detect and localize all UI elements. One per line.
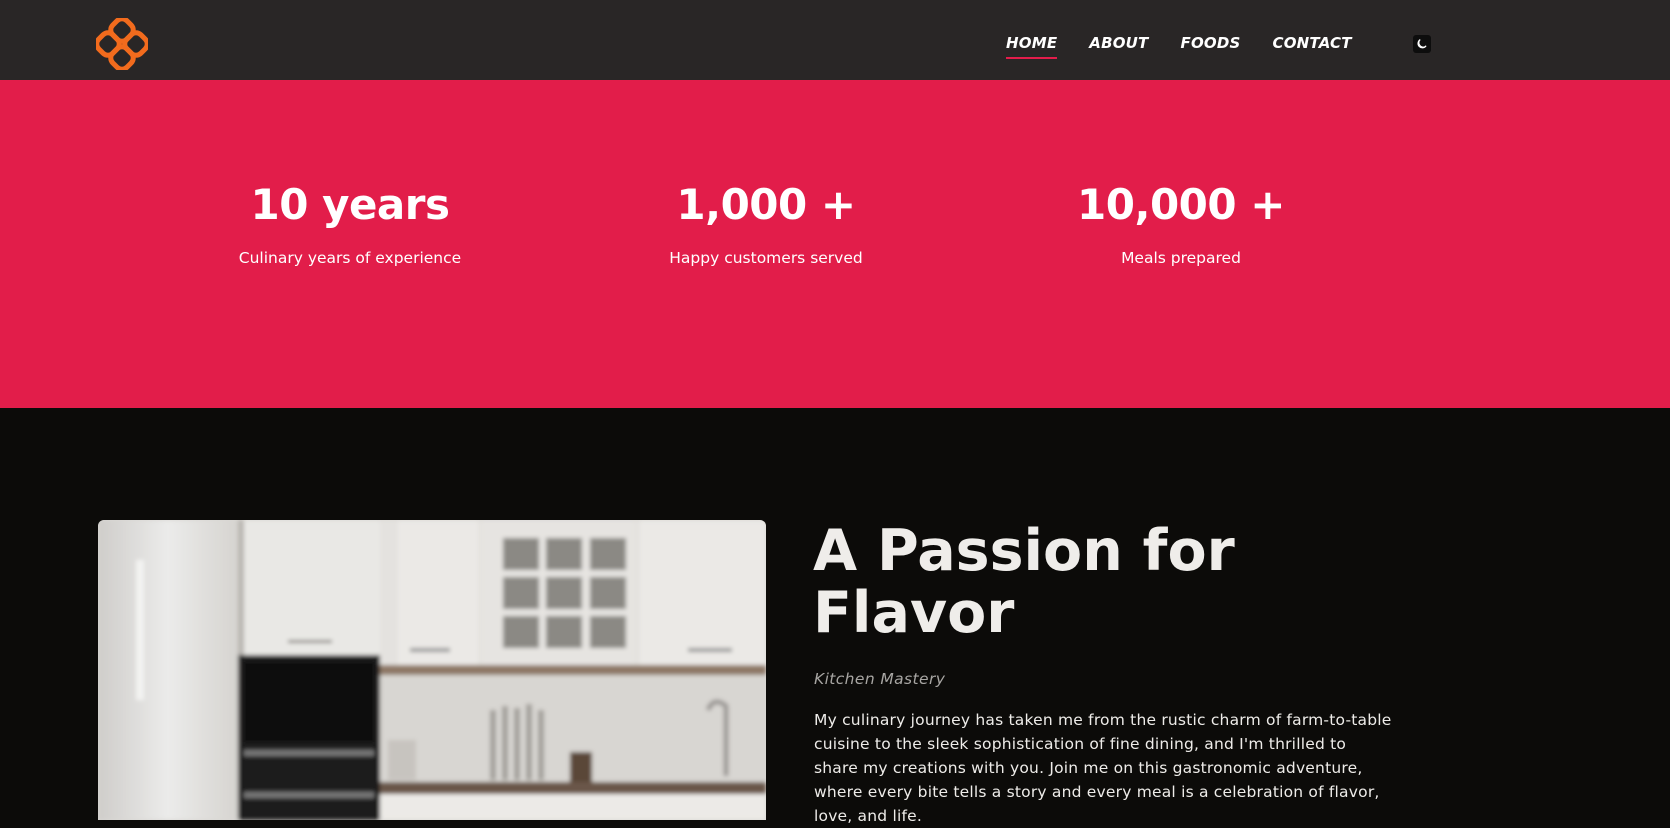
stat-meals: 10,000 + Meals prepared — [1021, 180, 1341, 268]
nav-link-about[interactable]: ABOUT — [1089, 34, 1148, 52]
about-text: My culinary journey has taken me from th… — [814, 711, 1392, 825]
moon-icon — [1417, 39, 1427, 49]
stat-experience: 10 years Culinary years of experience — [190, 180, 510, 268]
stat-label: Meals prepared — [1121, 249, 1241, 267]
stat-label: Culinary years of experience — [238, 249, 462, 267]
brand-logo-icon[interactable] — [94, 16, 150, 72]
stat-value: 10,000 + — [1077, 180, 1285, 229]
stat-value: 10 years — [250, 180, 451, 229]
nav-link-contact[interactable]: CONTACT — [1273, 34, 1352, 52]
kitchen-image — [98, 520, 766, 820]
navbar: HOME ABOUT FOODS CONTACT — [0, 0, 1670, 80]
stat-customers: 1,000 + Happy customers served — [606, 180, 926, 268]
about-title: A Passion for Flavor — [813, 518, 1235, 646]
about-subtitle: Kitchen Mastery — [814, 670, 946, 688]
stat-value: 1,000 + — [676, 180, 856, 229]
nav-link-foods[interactable]: FOODS — [1181, 34, 1241, 52]
nav-link-home[interactable]: HOME — [1006, 34, 1058, 59]
stat-label: Happy customers served — [669, 249, 863, 267]
about-section: A Passion for Flavor Kitchen Mastery My … — [0, 408, 1670, 825]
theme-toggle-button[interactable] — [1413, 35, 1431, 53]
stats-section: 10 years Culinary years of experience 1,… — [0, 80, 1670, 408]
main-nav: HOME ABOUT FOODS CONTACT — [1006, 34, 1384, 59]
